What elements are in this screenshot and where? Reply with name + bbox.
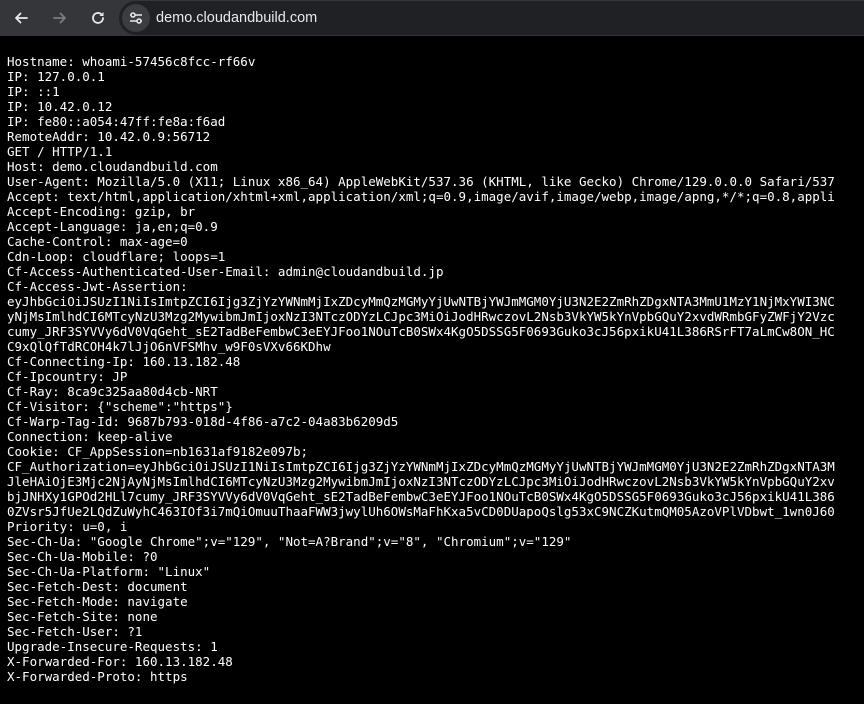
response-line: eyJhbGciOiJSUzI1NiIsImtpZCI6Ijg3ZjYzYWNm… bbox=[7, 294, 835, 309]
response-line: Sec-Fetch-Mode: navigate bbox=[7, 594, 188, 609]
response-line: Priority: u=0, i bbox=[7, 519, 128, 534]
page-content: Hostname: whoami-57456c8fcc-rf66v IP: 127… bbox=[7, 54, 864, 704]
address-bar[interactable]: demo.cloudandbuild.com bbox=[119, 1, 864, 35]
response-line: IP: ::1 bbox=[7, 84, 60, 99]
forward-button[interactable] bbox=[44, 2, 76, 34]
response-line: Accept-Encoding: gzip, br bbox=[7, 204, 196, 219]
response-line: Cf-Access-Jwt-Assertion: bbox=[7, 279, 188, 294]
back-button[interactable] bbox=[5, 2, 37, 34]
response-line: bjJNHXy1GPOd2HLl7cumy_JRF3SYVVy6dV0VqGeh… bbox=[7, 489, 835, 504]
browser-toolbar: demo.cloudandbuild.com bbox=[0, 0, 864, 36]
response-line: yNjMsImlhdCI6MTcyNzU3Mzg2MywibmJmIjoxNzI… bbox=[7, 309, 835, 324]
response-line: Cf-Ipcountry: JP bbox=[7, 369, 128, 384]
arrow-left-icon bbox=[15, 12, 28, 24]
response-line: Cf-Warp-Tag-Id: 9687b793-018d-4f86-a7c2-… bbox=[7, 414, 399, 429]
response-line: IP: 10.42.0.12 bbox=[7, 99, 113, 114]
response-line: Cf-Ray: 8ca9c325aa80d4cb-NRT bbox=[7, 384, 218, 399]
response-line: Sec-Ch-Ua-Mobile: ?0 bbox=[7, 549, 158, 564]
response-line: CF_Authorization=eyJhbGciOiJSUzI1NiIsImt… bbox=[7, 459, 835, 474]
arrow-right-icon bbox=[53, 12, 66, 24]
response-line: X-Forwarded-Proto: https bbox=[7, 669, 188, 684]
response-line: C9xQlQfTdRCOH4k7lJjO6nVFSMhv_w9F0sVXv66K… bbox=[7, 339, 331, 354]
response-line: User-Agent: Mozilla/5.0 (X11; Linux x86_… bbox=[7, 174, 835, 189]
response-line: Cdn-Loop: cloudflare; loops=1 bbox=[7, 249, 226, 264]
response-line: Hostname: whoami-57456c8fcc-rf66v bbox=[7, 54, 256, 69]
reload-icon bbox=[92, 12, 104, 24]
tune-icon bbox=[130, 12, 142, 24]
response-line: GET / HTTP/1.1 bbox=[7, 144, 113, 159]
response-line: Cache-Control: max-age=0 bbox=[7, 234, 188, 249]
response-line: Accept-Language: ja,en;q=0.9 bbox=[7, 219, 218, 234]
site-info-button[interactable] bbox=[122, 4, 150, 32]
response-line: Cf-Connecting-Ip: 160.13.182.48 bbox=[7, 354, 241, 369]
response-line: Upgrade-Insecure-Requests: 1 bbox=[7, 639, 218, 654]
response-line: Cf-Visitor: {"scheme":"https"} bbox=[7, 399, 233, 414]
response-line: Sec-Fetch-Dest: document bbox=[7, 579, 188, 594]
response-line: 0ZVsr5JfUe2LQdZuWyhC463IOf3i7mQiOmuuThaa… bbox=[7, 504, 835, 519]
response-line: Connection: keep-alive bbox=[7, 429, 173, 444]
response-line: IP: 127.0.0.1 bbox=[7, 69, 105, 84]
response-line: cumy_JRF3SYVVy6dV0VqGeht_sE2TadBeFembwC3… bbox=[7, 324, 835, 339]
response-line: IP: fe80::a054:47ff:fe8a:f6ad bbox=[7, 114, 226, 129]
response-line: Host: demo.cloudandbuild.com bbox=[7, 159, 218, 174]
response-line: Accept: text/html,application/xhtml+xml,… bbox=[7, 189, 835, 204]
response-line: Sec-Ch-Ua-Platform: "Linux" bbox=[7, 564, 211, 579]
response-line: RemoteAddr: 10.42.0.9:56712 bbox=[7, 129, 211, 144]
response-line: X-Forwarded-For: 160.13.182.48 bbox=[7, 654, 233, 669]
response-line: JleHAiOjE3Mjc2NjAyNjMsImlhdCI6MTcyNzU3Mz… bbox=[7, 474, 835, 489]
response-line: Sec-Fetch-User: ?1 bbox=[7, 624, 143, 639]
reload-button[interactable] bbox=[82, 2, 114, 34]
response-line: Sec-Fetch-Site: none bbox=[7, 609, 158, 624]
response-line: Cookie: CF_AppSession=nb1631af9182e097b; bbox=[7, 444, 309, 459]
url-text[interactable]: demo.cloudandbuild.com bbox=[156, 10, 317, 26]
response-line: Sec-Ch-Ua: "Google Chrome";v="129", "Not… bbox=[7, 534, 572, 549]
response-line: Cf-Access-Authenticated-User-Email: admi… bbox=[7, 264, 444, 279]
